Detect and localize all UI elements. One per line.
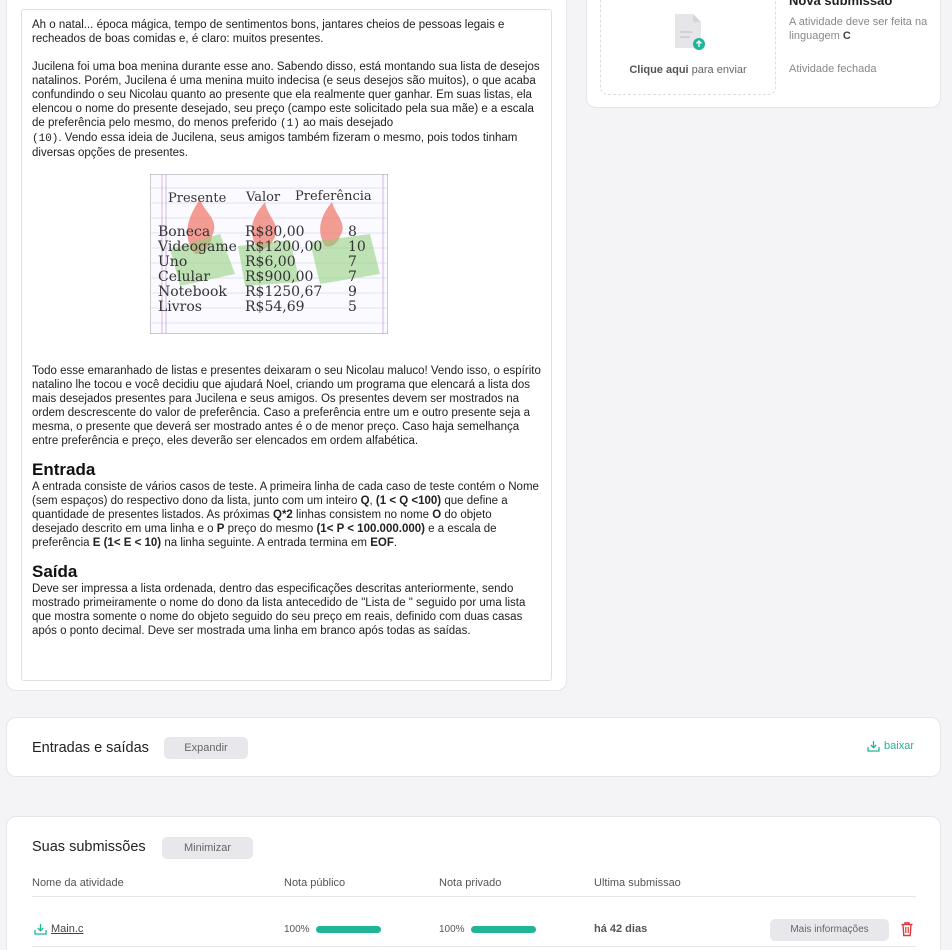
- download-button[interactable]: baixar: [867, 740, 914, 752]
- figure-item-name: Boneca: [158, 224, 210, 240]
- activity-status: Atividade fechada: [789, 63, 877, 75]
- io-section: Entradas e saídas Expandir baixar: [6, 717, 941, 777]
- entrada-text: linhas consistem no nome: [292, 509, 433, 521]
- column-public-score: Nota público: [284, 877, 346, 889]
- description-card: Ah o natal... época mágica, tempo de sen…: [6, 0, 567, 691]
- submission-panel: Clique aqui para enviar Nova submissão A…: [586, 0, 941, 108]
- download-icon: [867, 741, 880, 752]
- figure-item-preference: 8: [348, 224, 357, 240]
- figure-item-name: Notebook: [158, 284, 227, 300]
- entrada-heading: Entrada: [32, 460, 96, 479]
- column-private-score: Nota privado: [439, 877, 502, 889]
- column-activity-name: Nome da atividade: [32, 877, 124, 889]
- download-icon: [34, 924, 47, 935]
- language-note: A atividade deve ser feita na linguagem …: [789, 15, 934, 43]
- trash-icon: [901, 922, 913, 937]
- figure-item-name: Uno: [158, 254, 187, 270]
- figure-item-price: R$1250,67: [245, 284, 322, 300]
- entrada-var: Q*2: [273, 509, 293, 521]
- column-last-submission: Ultima submissao: [594, 877, 681, 889]
- story-paragraph: Jucilena foi uma boa menina durante esse…: [32, 60, 541, 160]
- public-score-value: 100%: [284, 924, 310, 935]
- upload-label: Clique aqui para enviar: [601, 64, 775, 76]
- private-score-value: 100%: [439, 924, 465, 935]
- download-label: baixar: [884, 740, 914, 752]
- last-submission-time: há 42 dias: [594, 923, 648, 935]
- figure-item-price: R$54,69: [245, 299, 305, 315]
- upload-label-rest: para enviar: [688, 64, 747, 76]
- submissions-title: Suas submissões: [32, 839, 146, 855]
- row-divider: [32, 946, 916, 947]
- language-note-text: A atividade deve ser feita na linguagem: [789, 16, 928, 42]
- private-score-bar: [470, 926, 536, 933]
- entrada-text: na linha seguinte. A entrada termina em: [161, 537, 371, 549]
- entrada-text: preço do mesmo: [224, 523, 317, 535]
- task-paragraph: Todo esse emaranhado de listas e present…: [32, 365, 541, 447]
- submission-file-link[interactable]: Main.c: [34, 923, 83, 935]
- intro-paragraph: Ah o natal... época mágica, tempo de sen…: [32, 19, 505, 45]
- figure-item-name: Celular: [158, 269, 210, 285]
- entrada-var: (1 < Q <100): [375, 495, 442, 507]
- figure-item-price: R$6,00: [245, 254, 296, 270]
- figure-item-preference: 7: [348, 269, 357, 285]
- story-text: ao mais desejado: [299, 117, 394, 129]
- saida-heading: Saída: [32, 562, 78, 581]
- figure-header-preferencia: Preferência: [295, 189, 372, 204]
- more-info-button[interactable]: Mais informações: [770, 919, 889, 941]
- entrada-var: (1< P < 100.000.000): [316, 523, 425, 535]
- description-box: Ah o natal... época mágica, tempo de sen…: [21, 9, 552, 681]
- entrada-var: O: [432, 509, 442, 521]
- minimize-button[interactable]: Minimizar: [162, 837, 253, 859]
- entrada-var: E (1< E < 10): [92, 537, 162, 549]
- entrada-var: EOF: [370, 537, 394, 549]
- figure-item-preference: 9: [348, 284, 357, 300]
- private-score-cell: 100%: [439, 924, 536, 935]
- wishlist-image: Presente Valor Preferência Boneca R$80,00…: [149, 173, 388, 335]
- figure-item-preference: 7: [348, 254, 357, 270]
- io-title: Entradas e saídas: [32, 740, 149, 756]
- max-preference-code: (10): [32, 133, 59, 145]
- new-submission-title: Nova submissão: [789, 0, 893, 8]
- figure-item-price: R$80,00: [245, 224, 305, 240]
- file-upload-icon: [675, 14, 705, 50]
- header-divider: [32, 896, 916, 897]
- saida-paragraph: Deve ser impressa a lista ordenada, dent…: [32, 583, 526, 637]
- submissions-section: Suas submissões Minimizar Nome da ativid…: [6, 816, 941, 950]
- upload-label-bold: Clique aqui: [629, 64, 689, 76]
- figure-header-valor: Valor: [245, 190, 281, 205]
- figure-item-name: Videogame: [157, 239, 237, 255]
- language-name: C: [842, 30, 851, 42]
- figure-header-presente: Presente: [168, 191, 227, 206]
- entrada-text: .: [393, 537, 398, 549]
- entrada-var: Q: [360, 495, 370, 507]
- upload-dropzone[interactable]: Clique aqui para enviar: [600, 0, 776, 95]
- figure-item-price: R$1200,00: [245, 239, 322, 255]
- submission-file-name: Main.c: [51, 923, 84, 935]
- expand-button[interactable]: Expandir: [164, 737, 248, 759]
- public-score-cell: 100%: [284, 924, 381, 935]
- figure-item-price: R$900,00: [245, 269, 313, 285]
- delete-button[interactable]: [900, 921, 914, 942]
- description-content: Ah o natal... época mágica, tempo de sen…: [22, 10, 551, 638]
- figure-item-preference: 10: [348, 239, 366, 255]
- figure-item-preference: 5: [348, 299, 357, 315]
- entrada-paragraph: A entrada consiste de vários casos de te…: [32, 480, 541, 550]
- story-text: . Vendo essa ideia de Jucilena, seus ami…: [32, 132, 518, 159]
- wishlist-illustration: Presente Valor Preferência Boneca R$80,00…: [149, 173, 388, 335]
- min-preference-code: (1): [280, 118, 300, 130]
- public-score-bar: [315, 926, 381, 933]
- figure-item-name: Livros: [158, 299, 202, 315]
